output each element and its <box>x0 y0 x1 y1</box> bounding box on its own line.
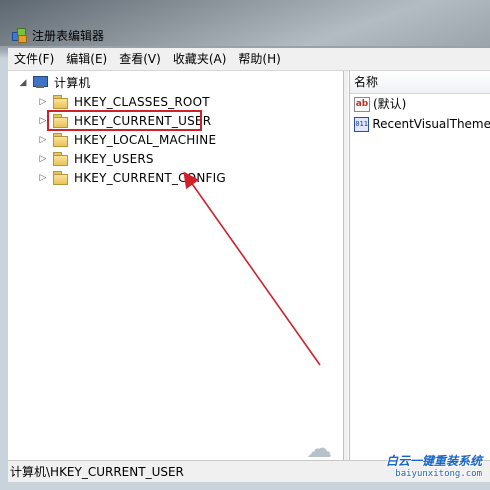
expand-arrow-icon[interactable]: ▷ <box>38 97 48 107</box>
menu-edit[interactable]: 编辑(E) <box>60 49 113 69</box>
tree-node-hkey-local-machine[interactable]: ▷ HKEY_LOCAL_MACHINE <box>38 130 216 149</box>
binary-value-icon: 011 <box>354 116 370 132</box>
expand-arrow-icon[interactable]: ▷ <box>38 135 48 145</box>
window-title: 注册表编辑器 <box>12 26 104 44</box>
window-title-text: 注册表编辑器 <box>32 28 105 43</box>
pane-splitter[interactable] <box>344 71 348 460</box>
tree-node-computer[interactable]: ◢ 计算机 <box>18 73 91 92</box>
tree-node-label: HKEY_CLASSES_ROOT <box>74 94 210 109</box>
menu-view[interactable]: 查看(V) <box>113 49 167 69</box>
tree-node-hkey-current-config[interactable]: ▷ HKEY_CURRENT_CONFIG <box>38 168 226 187</box>
folder-icon <box>52 133 68 147</box>
tree-node-hkey-users[interactable]: ▷ HKEY_USERS <box>38 149 154 168</box>
tree-node-label: HKEY_USERS <box>74 151 154 166</box>
values-list-pane[interactable]: 名称 ab (默认) 011 RecentVisualTheme <box>349 71 490 460</box>
tree-node-label: HKEY_CURRENT_CONFIG <box>74 170 226 185</box>
tree-node-label: HKEY_LOCAL_MACHINE <box>74 132 217 147</box>
watermark: ☁ 白云一键重装系统 baiyunxitong.com <box>306 434 482 479</box>
folder-icon <box>52 95 68 109</box>
tree-node-label: 计算机 <box>54 76 91 90</box>
expand-arrow-icon[interactable]: ▷ <box>38 154 48 164</box>
watermark-title: 白云一键重装系统 <box>385 454 482 468</box>
folder-icon <box>52 152 68 166</box>
string-value-icon: ab <box>354 96 370 112</box>
tree-node-hkey-classes-root[interactable]: ▷ HKEY_CLASSES_ROOT <box>38 92 210 111</box>
computer-icon <box>32 76 48 89</box>
menu-help[interactable]: 帮助(H) <box>232 49 286 69</box>
collapse-arrow-icon[interactable]: ◢ <box>18 78 28 88</box>
value-name: (默认) <box>373 97 407 111</box>
folder-icon <box>52 171 68 185</box>
expand-arrow-icon[interactable]: ▷ <box>38 173 48 183</box>
value-row[interactable]: 011 RecentVisualTheme <box>350 114 490 134</box>
registry-editor-icon <box>12 28 27 43</box>
column-header-name[interactable]: 名称 <box>350 71 490 94</box>
highlight-box-annotation <box>47 110 202 131</box>
menu-file[interactable]: 文件(F) <box>8 49 60 69</box>
watermark-url: baiyunxitong.com <box>395 469 482 479</box>
title-bar: 注册表编辑器 <box>0 0 490 46</box>
menu-favorites[interactable]: 收藏夹(A) <box>167 49 233 69</box>
value-name: RecentVisualTheme <box>372 117 490 131</box>
watermark-logo-icon: ☁ <box>306 434 332 464</box>
menu-bar: 文件(F) 编辑(E) 查看(V) 收藏夹(A) 帮助(H) <box>8 48 490 71</box>
value-row[interactable]: ab (默认) <box>350 94 490 114</box>
